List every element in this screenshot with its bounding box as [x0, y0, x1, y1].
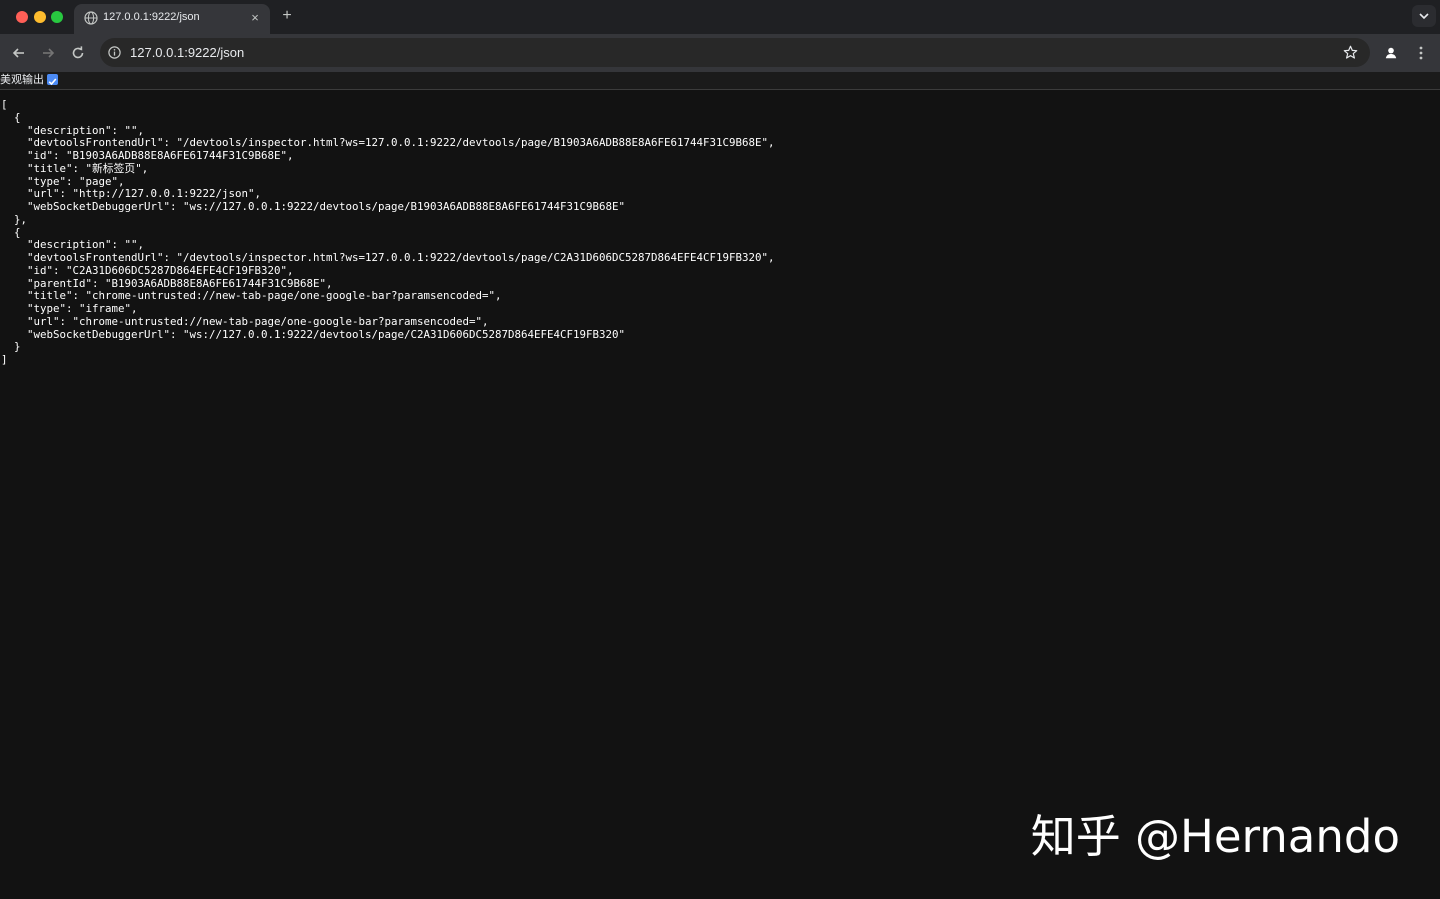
person-icon: [1382, 44, 1400, 62]
arrow-right-icon: [43, 48, 55, 58]
globe-icon: [84, 11, 98, 25]
pretty-print-checkbox[interactable]: [47, 74, 58, 86]
close-window-button[interactable]: [16, 11, 28, 23]
address-bar[interactable]: 127.0.0.1:9222/json: [100, 38, 1370, 67]
close-icon[interactable]: ×: [248, 11, 262, 25]
browser-menu-button[interactable]: [1412, 44, 1430, 62]
minimize-window-button[interactable]: [34, 11, 46, 23]
tab-strip: 127.0.0.1:9222/json × +: [0, 0, 1440, 34]
info-icon[interactable]: [108, 46, 121, 59]
vertical-dots-icon: [1419, 46, 1423, 60]
arrow-left-icon: [12, 48, 24, 58]
back-button[interactable]: [10, 44, 28, 62]
reload-button[interactable]: [69, 44, 87, 62]
profile-button[interactable]: [1382, 44, 1400, 62]
address-url[interactable]: 127.0.0.1:9222/json: [130, 45, 244, 60]
browser-window: 127.0.0.1:9222/json × + 127.0.0.1:9222/j…: [0, 0, 1440, 899]
reload-icon: [72, 46, 84, 59]
active-tab[interactable]: 127.0.0.1:9222/json ×: [74, 4, 270, 34]
pretty-print-label: 美观输出: [0, 74, 44, 86]
pretty-print-bar: 美观输出: [0, 72, 1440, 90]
json-output: [ { "description": "", "devtoolsFrontend…: [1, 98, 775, 366]
tab-title: 127.0.0.1:9222/json: [103, 11, 200, 23]
forward-button[interactable]: [39, 44, 57, 62]
star-icon[interactable]: [1343, 45, 1358, 60]
tab-search-button[interactable]: [1412, 5, 1436, 27]
chevron-down-icon: [1419, 13, 1429, 20]
new-tab-button[interactable]: +: [279, 8, 295, 24]
page-viewport: 美观输出 [ { "description": "", "devtoolsFro…: [0, 72, 1440, 899]
watermark: 知乎 @Hernando: [1030, 810, 1400, 863]
checkmark-icon: [48, 78, 57, 86]
zoom-window-button[interactable]: [51, 11, 63, 23]
toolbar: 127.0.0.1:9222/json: [0, 34, 1440, 72]
